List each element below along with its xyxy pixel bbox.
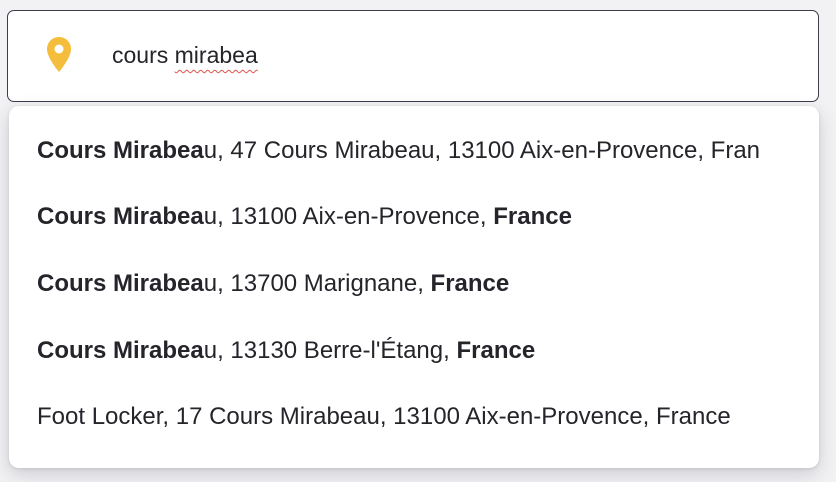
suggestion-item[interactable]: Cours Mirabeau, 47 Cours Mirabeau, 13100…	[9, 118, 819, 184]
suggestion-match-text: Cours Mirabea	[37, 337, 204, 364]
suggestion-item[interactable]: Cours Mirabeau, 13700 Marignane, France	[9, 251, 819, 317]
suggestion-item[interactable]: Foot Locker, 17 Cours Mirabeau, 13100 Ai…	[9, 384, 819, 450]
suggestion-detail-text: u, 13100 Aix-en-Provence,	[203, 203, 494, 230]
suggestion-match-text: Cours Mirabea	[37, 137, 204, 164]
suggestion-item[interactable]: Cours Mirabeau, 13130 Berre-l'Étang, Fra…	[9, 318, 819, 384]
address-search-input[interactable]: cours mirabea	[112, 35, 762, 75]
search-input-text-misspelled: mirabea	[174, 42, 258, 68]
search-input-text-first: cours	[112, 42, 175, 68]
suggestion-country-text: France	[430, 270, 510, 297]
suggestion-detail-text: u, 47 Cours Mirabeau, 13100 Aix-en-Prove…	[203, 137, 761, 164]
suggestion-item[interactable]: Cours Mirabeau, 13100 Aix-en-Provence, F…	[9, 184, 819, 250]
suggestion-country-text: France	[456, 337, 536, 364]
location-pin-icon	[44, 35, 74, 75]
suggestion-match-text: Cours Mirabea	[37, 270, 204, 297]
suggestion-detail-text: Foot Locker, 17 Cours Mirabeau, 13100 Ai…	[37, 403, 731, 430]
suggestion-match-text: Cours Mirabea	[37, 203, 204, 230]
suggestion-country-text: France	[493, 203, 572, 230]
address-search-box[interactable]: cours mirabea	[7, 10, 819, 102]
suggestion-detail-text: u, 13700 Marignane,	[203, 270, 431, 297]
suggestion-detail-text: u, 13130 Berre-l'Étang,	[203, 337, 457, 364]
suggestions-dropdown: Cours Mirabeau, 47 Cours Mirabeau, 13100…	[9, 106, 819, 468]
